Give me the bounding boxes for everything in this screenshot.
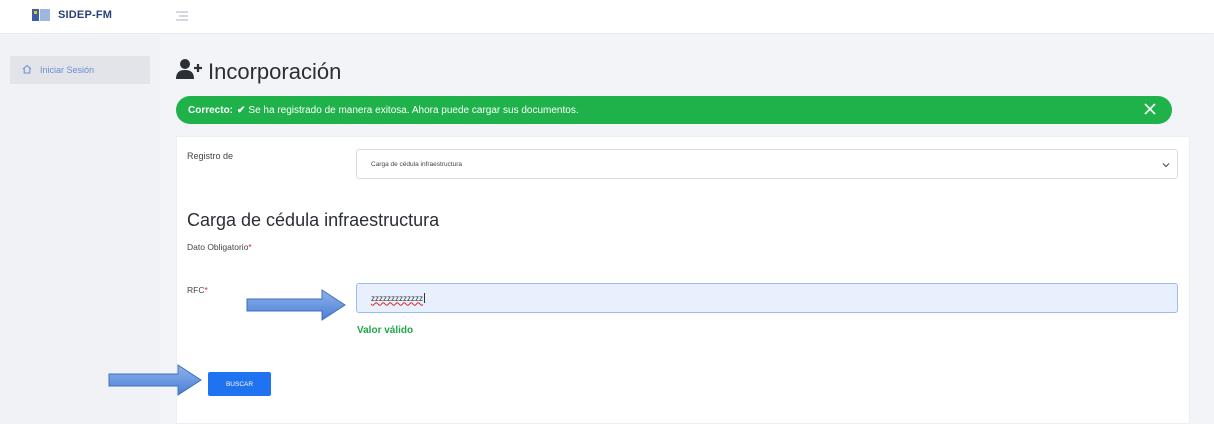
sidebar-item-login[interactable]: Iniciar Sesión [10, 56, 150, 84]
page-title: Incorporación [176, 58, 341, 85]
required-star: * [204, 285, 208, 295]
form-card [176, 136, 1190, 424]
check-icon: ✔ [237, 104, 246, 116]
page-title-text: Incorporación [208, 58, 342, 84]
rfc-label: RFC* [187, 285, 208, 295]
chevron-down-icon [1161, 160, 1171, 170]
rfc-input[interactable]: zzzzzzzzzzzzz [356, 283, 1178, 313]
top-bar: SIDEP-FM [0, 0, 1214, 34]
sidebar-item-label: Iniciar Sesión [40, 65, 95, 75]
alert-title: Correcto: [188, 104, 234, 116]
user-plus-icon [176, 58, 202, 85]
menu-toggle-icon[interactable] [174, 9, 190, 23]
section-title: Carga de cédula infraestructura [187, 210, 440, 230]
rfc-input-value: zzzzzzzzzzzzz [371, 293, 423, 303]
text-cursor [424, 293, 425, 303]
success-alert: Correcto: ✔ Se ha registrado de manera e… [176, 96, 1172, 124]
close-icon[interactable] [1142, 101, 1158, 117]
alert-message: Se ha registrado de manera exitosa. Ahor… [248, 104, 579, 116]
brand-name: SIDEP-FM [58, 9, 113, 21]
rfc-label-text: RFC [187, 285, 205, 295]
brand[interactable]: SIDEP-FM [32, 8, 112, 22]
required-star: * [248, 242, 252, 252]
required-note-text: Dato Obligatorio [187, 242, 249, 252]
valid-message: Valor válido [357, 325, 414, 336]
registro-select[interactable]: Carga de cédula infraestructura [356, 149, 1178, 179]
registro-label: Registro de [187, 151, 234, 161]
required-note: Dato Obligatorio* [187, 242, 252, 252]
registro-selected-value: Carga de cédula infraestructura [371, 160, 463, 168]
arrow-right-icon [246, 289, 346, 321]
logo-icon [32, 8, 50, 22]
home-icon [22, 61, 32, 79]
search-button[interactable]: BUSCAR [208, 372, 271, 396]
arrow-right-icon [108, 364, 202, 396]
